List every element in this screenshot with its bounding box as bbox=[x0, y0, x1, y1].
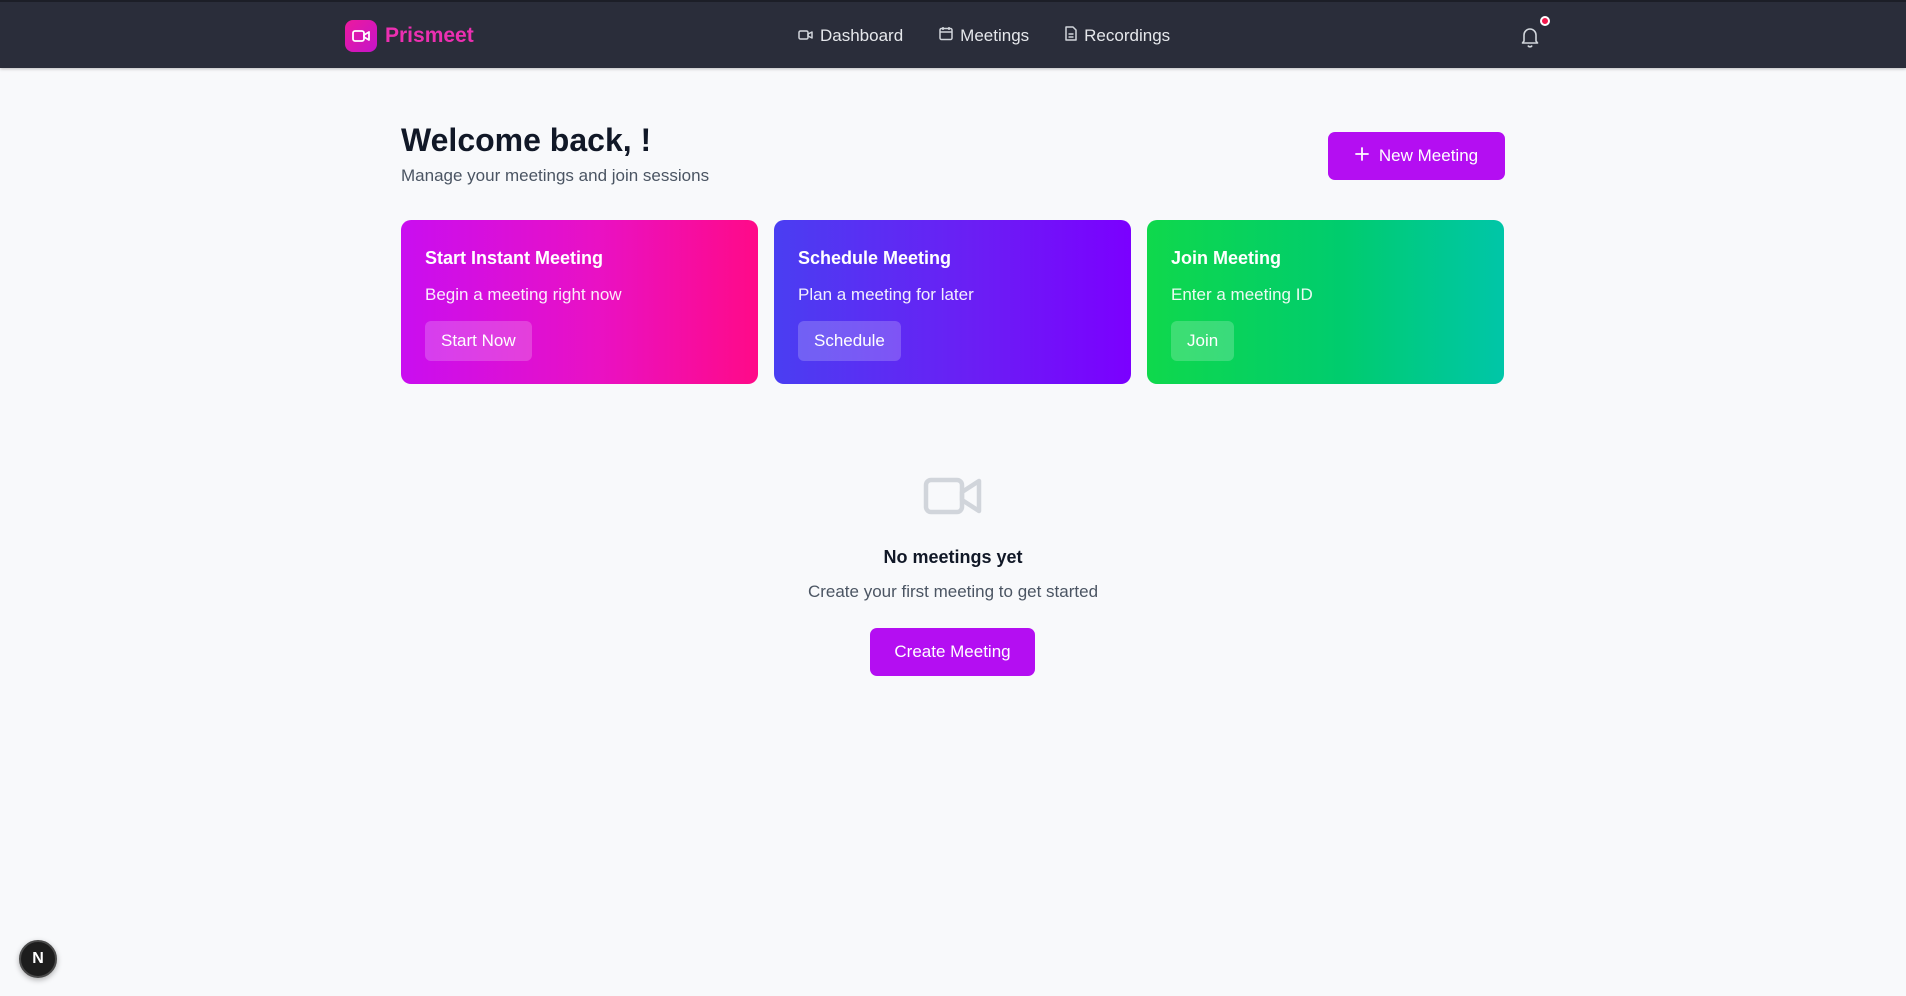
page-subtitle: Manage your meetings and join sessions bbox=[401, 166, 710, 185]
schedule-meeting-card: Schedule Meeting Plan a meeting for late… bbox=[774, 220, 1131, 384]
page-title: Welcome back, ! bbox=[401, 122, 652, 158]
bell-icon[interactable] bbox=[1520, 26, 1542, 48]
nextjs-logo-icon: N bbox=[32, 950, 44, 967]
video-camera-icon bbox=[798, 26, 813, 46]
brand-link[interactable]: Prismeet bbox=[345, 20, 474, 52]
top-navigation-bar: Prismeet Dashboard Meetings Recordings bbox=[0, 0, 1906, 68]
card-title: Start Instant Meeting bbox=[425, 248, 604, 268]
plus-icon bbox=[1354, 146, 1369, 166]
notification-dot bbox=[1540, 16, 1550, 26]
nav-item-recordings[interactable]: Recordings bbox=[1065, 26, 1170, 46]
main-nav: Dashboard Meetings Recordings bbox=[798, 24, 1206, 48]
join-meeting-card: Join Meeting Enter a meeting ID Join bbox=[1147, 220, 1504, 384]
empty-state-subtitle: Create your first meeting to get started bbox=[807, 582, 1099, 601]
card-description: Plan a meeting for later bbox=[798, 285, 974, 304]
card-title: Join Meeting bbox=[1171, 248, 1282, 268]
start-now-button[interactable]: Start Now bbox=[425, 321, 532, 361]
nav-item-label: Recordings bbox=[1084, 26, 1171, 45]
nav-item-meetings[interactable]: Meetings bbox=[939, 26, 1029, 46]
video-camera-icon bbox=[345, 20, 377, 52]
card-description: Enter a meeting ID bbox=[1171, 285, 1313, 304]
brand-name: Prismeet bbox=[385, 24, 474, 47]
nav-item-dashboard[interactable]: Dashboard bbox=[798, 26, 903, 46]
schedule-button[interactable]: Schedule bbox=[798, 321, 901, 361]
calendar-icon bbox=[939, 26, 953, 46]
create-meeting-button[interactable]: Create Meeting bbox=[870, 628, 1035, 676]
join-button[interactable]: Join bbox=[1171, 321, 1235, 361]
document-icon bbox=[1065, 26, 1077, 46]
new-meeting-button[interactable]: New Meeting bbox=[1328, 132, 1505, 180]
nav-item-label: Meetings bbox=[960, 26, 1030, 45]
nextjs-dev-badge[interactable]: N bbox=[19, 940, 57, 978]
card-title: Schedule Meeting bbox=[798, 248, 952, 268]
instant-meeting-card: Start Instant Meeting Begin a meeting ri… bbox=[401, 220, 758, 384]
card-description: Begin a meeting right now bbox=[425, 285, 622, 304]
video-camera-icon bbox=[923, 474, 983, 518]
new-meeting-label: New Meeting bbox=[1378, 146, 1479, 165]
empty-state-title: No meetings yet bbox=[883, 547, 1023, 567]
nav-item-label: Dashboard bbox=[820, 26, 904, 45]
